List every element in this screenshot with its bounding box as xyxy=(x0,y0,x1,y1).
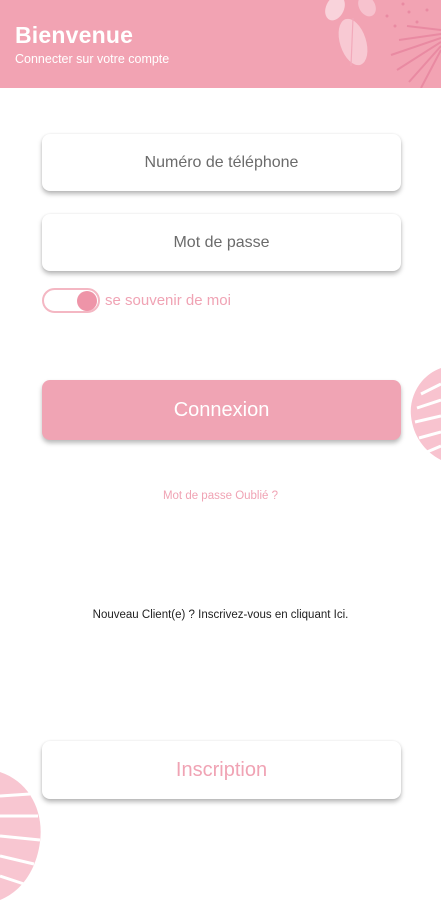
header: Bienvenue Connecter sur votre compte xyxy=(0,0,441,88)
new-client-text: Nouveau Client(e) ? Inscrivez-vous en cl… xyxy=(92,609,349,621)
signup-button-label: Inscription xyxy=(175,758,268,781)
page-subtitle: Connecter sur votre compte xyxy=(15,52,170,66)
leaf-icon xyxy=(325,0,441,88)
remember-label[interactable]: se souvenir de moi xyxy=(105,292,231,309)
forgot-password-link[interactable]: Mot de passe Oublié ? xyxy=(0,490,441,502)
phone-placeholder: Numéro de téléphone xyxy=(144,153,299,171)
password-field[interactable]: Mot de passe xyxy=(42,214,401,271)
toggle-knob xyxy=(77,290,97,311)
password-placeholder: Mot de passe xyxy=(173,233,270,251)
page-title: Bienvenue xyxy=(15,22,134,48)
palm-leaf-icon xyxy=(0,772,41,900)
remember-toggle[interactable] xyxy=(42,287,100,313)
remember-me: se souvenir de moi xyxy=(42,286,231,314)
phone-field[interactable]: Numéro de téléphone xyxy=(42,134,401,191)
signup-button[interactable]: Inscription xyxy=(42,741,401,799)
login-button-label: Connexion xyxy=(173,398,270,421)
login-button[interactable]: Connexion xyxy=(42,380,401,440)
monstera-leaf-icon xyxy=(410,368,441,460)
